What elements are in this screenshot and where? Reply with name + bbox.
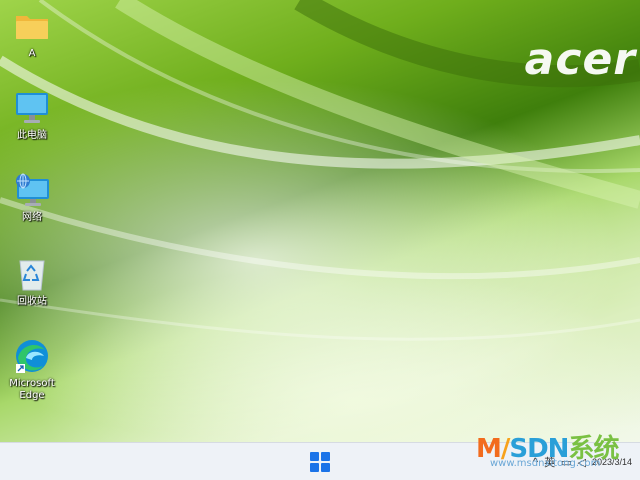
acer-logo: acer — [524, 34, 636, 85]
desktop-icon-recycle-bin[interactable]: 回收站 — [4, 256, 60, 308]
desktop-icon-label: 网络 — [22, 212, 42, 223]
input-language-indicator[interactable]: 英 — [544, 454, 555, 470]
clock-date: 2023/3/14 — [591, 456, 632, 467]
computer-icon — [14, 90, 50, 126]
desktop[interactable]: acer A 此电脑 网络 回收站 Microsoft Edge — [0, 0, 640, 442]
desktop-icon-label: 此电脑 — [17, 130, 47, 141]
volume-icon[interactable]: ◁ — [577, 456, 585, 469]
folder-icon — [14, 8, 50, 44]
desktop-icon-network[interactable]: 网络 — [4, 172, 60, 224]
system-tray: ^ 英 ▭ ◁ 2023/3/14 — [532, 449, 632, 475]
desktop-icon-this-pc[interactable]: 此电脑 — [4, 90, 60, 142]
windows-start-icon[interactable] — [310, 452, 330, 472]
recycle-bin-icon — [14, 256, 50, 292]
desktop-icon-label: 回收站 — [17, 296, 47, 307]
edge-icon — [14, 338, 50, 374]
network-icon — [14, 172, 50, 208]
chevron-up-icon[interactable]: ^ — [532, 455, 538, 469]
desktop-icon-label: A — [28, 48, 36, 59]
clock[interactable]: 2023/3/14 — [592, 457, 632, 468]
desktop-icon-folder[interactable]: A — [4, 8, 60, 60]
desktop-icon-label: Microsoft Edge — [9, 378, 55, 401]
taskbar: ^ 英 ▭ ◁ 2023/3/14 — [0, 442, 640, 480]
desktop-icon-edge[interactable]: Microsoft Edge — [4, 338, 60, 402]
network-tray-icon[interactable]: ▭ — [561, 456, 571, 469]
